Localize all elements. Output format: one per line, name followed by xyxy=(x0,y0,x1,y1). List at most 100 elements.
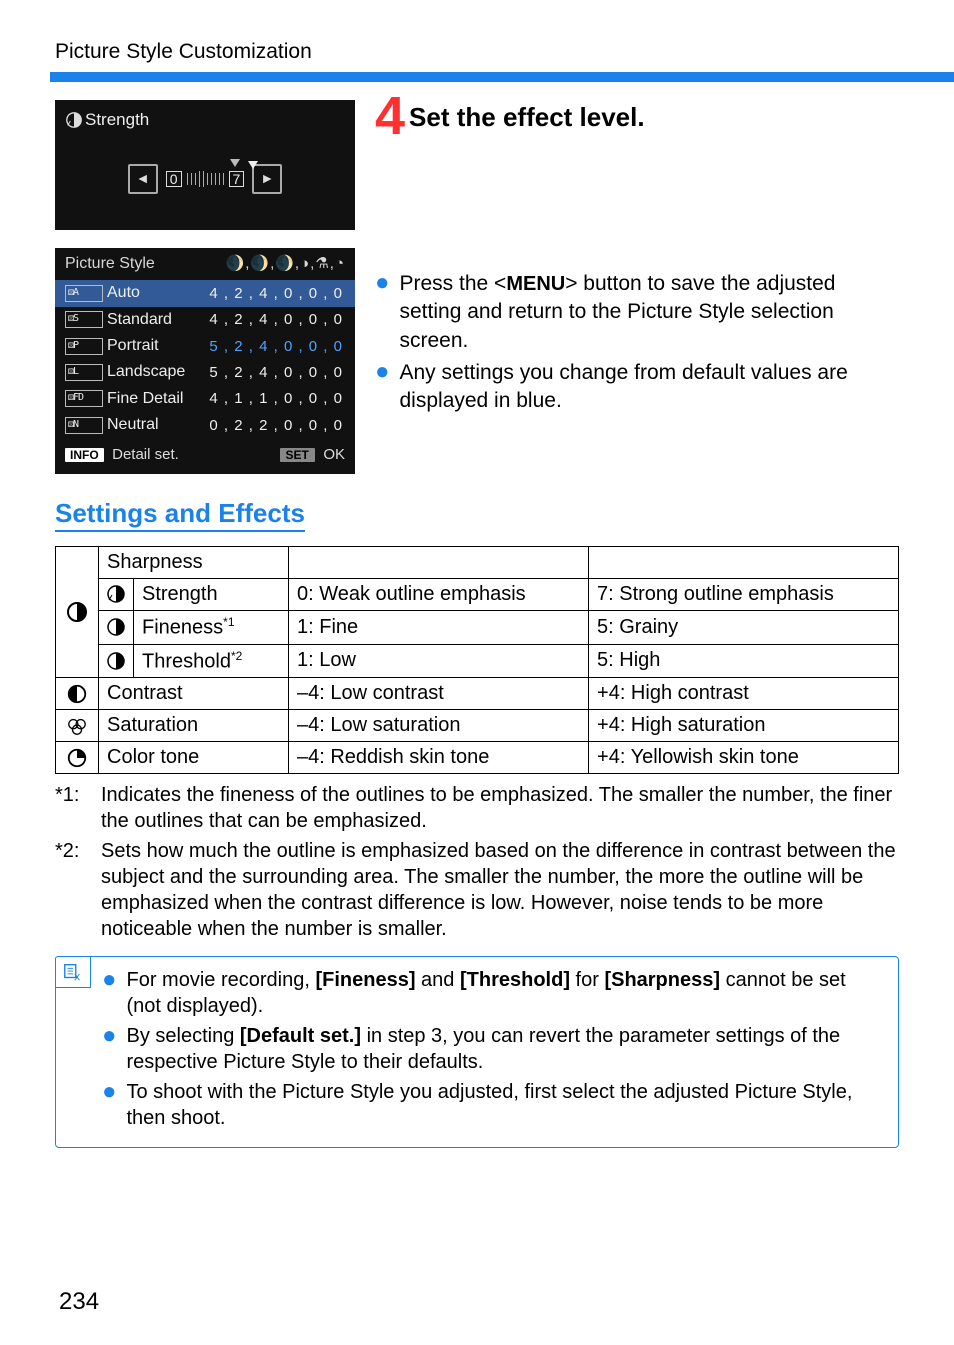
ps-row-values: 5 , 2 , 4 , 0 , 0 , 0 xyxy=(209,362,343,383)
ps-row-name: Standard xyxy=(107,309,172,331)
step-body-text: Any settings you change from default val… xyxy=(400,359,900,416)
cell-strength-name: Strength xyxy=(142,583,218,605)
strength-panel: Strength ◄ 0 7 ► xyxy=(55,100,355,230)
cell-colortone-low: –4: Reddish skin tone xyxy=(289,742,589,774)
cell-saturation-low: –4: Low saturation xyxy=(289,710,589,742)
svg-text:T: T xyxy=(120,659,125,668)
threshold-sub-icon: T xyxy=(99,644,134,678)
slider-current-marker xyxy=(248,161,258,169)
step-body-text: Press the <MENU> button to save the adju… xyxy=(400,270,900,355)
menu-glyph: MENU xyxy=(506,274,565,294)
ps-badge-icon: ⚄A xyxy=(65,285,103,302)
ps-row-name: Neutral xyxy=(107,414,159,436)
table-row: Saturation –4: Low saturation +4: High s… xyxy=(56,710,899,742)
footnote-text: Sets how much the outline is emphasized … xyxy=(101,838,899,942)
cell-colortone-high: +4: Yellowish skin tone xyxy=(589,742,899,774)
page-header-title: Picture Style Customization xyxy=(55,40,899,64)
bullet-icon: ● xyxy=(375,272,390,355)
ps-row-portrait[interactable]: ⚄PPortrait 5 , 2 , 4 , 0 , 0 , 0 xyxy=(55,333,355,359)
ps-panel-header-symbols: 🌒,🌒,🌒,◑,⚗,◔ xyxy=(226,253,345,275)
slider-min-label: 0 xyxy=(166,171,182,187)
set-badge: SET xyxy=(280,448,315,462)
svg-text:F: F xyxy=(120,625,125,634)
step-number: 4 xyxy=(375,94,405,140)
ps-row-neutral[interactable]: ⚄NNeutral0 , 2 , 2 , 0 , 0 , 0 xyxy=(55,412,355,438)
note-text: To shoot with the Picture Style you adju… xyxy=(127,1079,885,1131)
ps-row-values: 4 , 1 , 1 , 0 , 0 , 0 xyxy=(209,388,343,409)
fineness-sub-icon: F xyxy=(99,610,134,644)
step-body: ●Press the <MENU> button to save the adj… xyxy=(375,270,899,416)
bullet-icon: ● xyxy=(102,1025,117,1075)
cell-fineness-sup: *1 xyxy=(223,615,234,629)
settings-effects-table: Sharpness Strength 0: Weak outline empha… xyxy=(55,546,899,774)
ps-badge-icon: ⚄S xyxy=(65,311,103,328)
contrast-icon xyxy=(56,678,99,710)
ps-row-standard[interactable]: ⚄SStandard 4 , 2 , 4 , 0 , 0 , 0 xyxy=(55,307,355,333)
step-title: Set the effect level. xyxy=(409,102,645,133)
footnote-tag: *2: xyxy=(55,838,91,942)
ps-row-landscape[interactable]: ⚄LLandscape 5 , 2 , 4 , 0 , 0 , 0 xyxy=(55,359,355,385)
footnote-tag: *1: xyxy=(55,782,91,834)
slider-default-marker xyxy=(230,159,240,167)
cell-threshold-name: Threshold xyxy=(142,650,231,672)
ps-panel-title: Picture Style xyxy=(65,253,155,275)
strength-title: Strength xyxy=(85,108,149,132)
table-row: T Threshold*2 1: Low 5: High xyxy=(56,644,899,678)
cell-contrast-name: Contrast xyxy=(99,678,289,710)
cell-fineness-high: 5: Grainy xyxy=(589,610,899,644)
ps-row-name: Auto xyxy=(107,282,140,304)
strength-slider[interactable]: ◄ 0 7 ► xyxy=(65,164,345,194)
ps-row-name: Landscape xyxy=(107,361,185,383)
cell-threshold-sup: *2 xyxy=(231,649,242,663)
ps-row-name: Fine Detail xyxy=(107,388,183,410)
cell-strength-high: 7: Strong outline emphasis xyxy=(589,578,899,610)
ps-row-values: 4 , 2 , 4 , 0 , 0 , 0 xyxy=(209,309,343,330)
strength-icon xyxy=(65,111,83,129)
cell-saturation-high: +4: High saturation xyxy=(589,710,899,742)
ps-row-values: 5 , 2 , 4 , 0 , 0 , 0 xyxy=(209,336,343,357)
section-heading-settings-effects: Settings and Effects xyxy=(55,498,305,532)
bullet-icon: ● xyxy=(102,969,117,1019)
header-rule xyxy=(50,72,954,82)
cell-threshold-low: 1: Low xyxy=(289,644,589,678)
slider-max-label: 7 xyxy=(229,171,245,187)
table-row: F Fineness*1 1: Fine 5: Grainy xyxy=(56,610,899,644)
table-row: Contrast –4: Low contrast +4: High contr… xyxy=(56,678,899,710)
cell-strength-low: 0: Weak outline emphasis xyxy=(289,578,589,610)
ps-row-auto[interactable]: ⚄AAuto 4 , 2 , 4 , 0 , 0 , 0 xyxy=(55,280,355,306)
bullet-icon: ● xyxy=(375,361,390,416)
ps-badge-icon: ⚄P xyxy=(65,338,103,355)
footnotes: *1: Indicates the fineness of the outline… xyxy=(55,782,899,942)
ps-footer-detail-label: Detail set. xyxy=(112,446,179,463)
strength-sub-icon xyxy=(99,578,134,610)
footnote-text: Indicates the fineness of the outlines t… xyxy=(101,782,899,834)
ps-footer-right[interactable]: SET OK xyxy=(280,444,345,466)
saturation-icon xyxy=(56,710,99,742)
cell-saturation-name: Saturation xyxy=(99,710,289,742)
sharpness-group-icon xyxy=(56,546,99,677)
ps-badge-icon: ⚄L xyxy=(65,364,103,381)
bullet-icon: ● xyxy=(102,1081,117,1131)
slider-track[interactable]: 0 7 xyxy=(166,171,245,187)
ps-row-values: 4 , 2 , 4 , 0 , 0 , 0 xyxy=(209,283,343,304)
ps-footer-ok-label: OK xyxy=(323,446,345,463)
page-number: 234 xyxy=(59,1288,899,1316)
cell-colortone-name: Color tone xyxy=(99,742,289,774)
ps-footer-left[interactable]: INFO Detail set. xyxy=(65,444,179,466)
note-text: For movie recording, [Fineness] and [Thr… xyxy=(127,967,885,1019)
note-text: By selecting [Default set.] in step 3, y… xyxy=(127,1023,885,1075)
note-box: ●For movie recording, [Fineness] and [Th… xyxy=(55,956,899,1148)
cell-threshold-high: 5: High xyxy=(589,644,899,678)
cell-fineness-name: Fineness xyxy=(142,617,223,639)
table-row: Color tone –4: Reddish skin tone +4: Yel… xyxy=(56,742,899,774)
slider-left-button[interactable]: ◄ xyxy=(128,164,158,194)
info-badge: INFO xyxy=(65,448,104,462)
sharpness-label: Sharpness xyxy=(99,546,289,578)
note-flag-icon xyxy=(55,956,91,988)
cell-contrast-low: –4: Low contrast xyxy=(289,678,589,710)
cell-contrast-high: +4: High contrast xyxy=(589,678,899,710)
colortone-icon xyxy=(56,742,99,774)
ps-row-fine-detail[interactable]: ⚄FDFine Detail4 , 1 , 1 , 0 , 0 , 0 xyxy=(55,386,355,412)
table-row: Strength 0: Weak outline emphasis 7: Str… xyxy=(56,578,899,610)
ps-row-name: Portrait xyxy=(107,335,159,357)
